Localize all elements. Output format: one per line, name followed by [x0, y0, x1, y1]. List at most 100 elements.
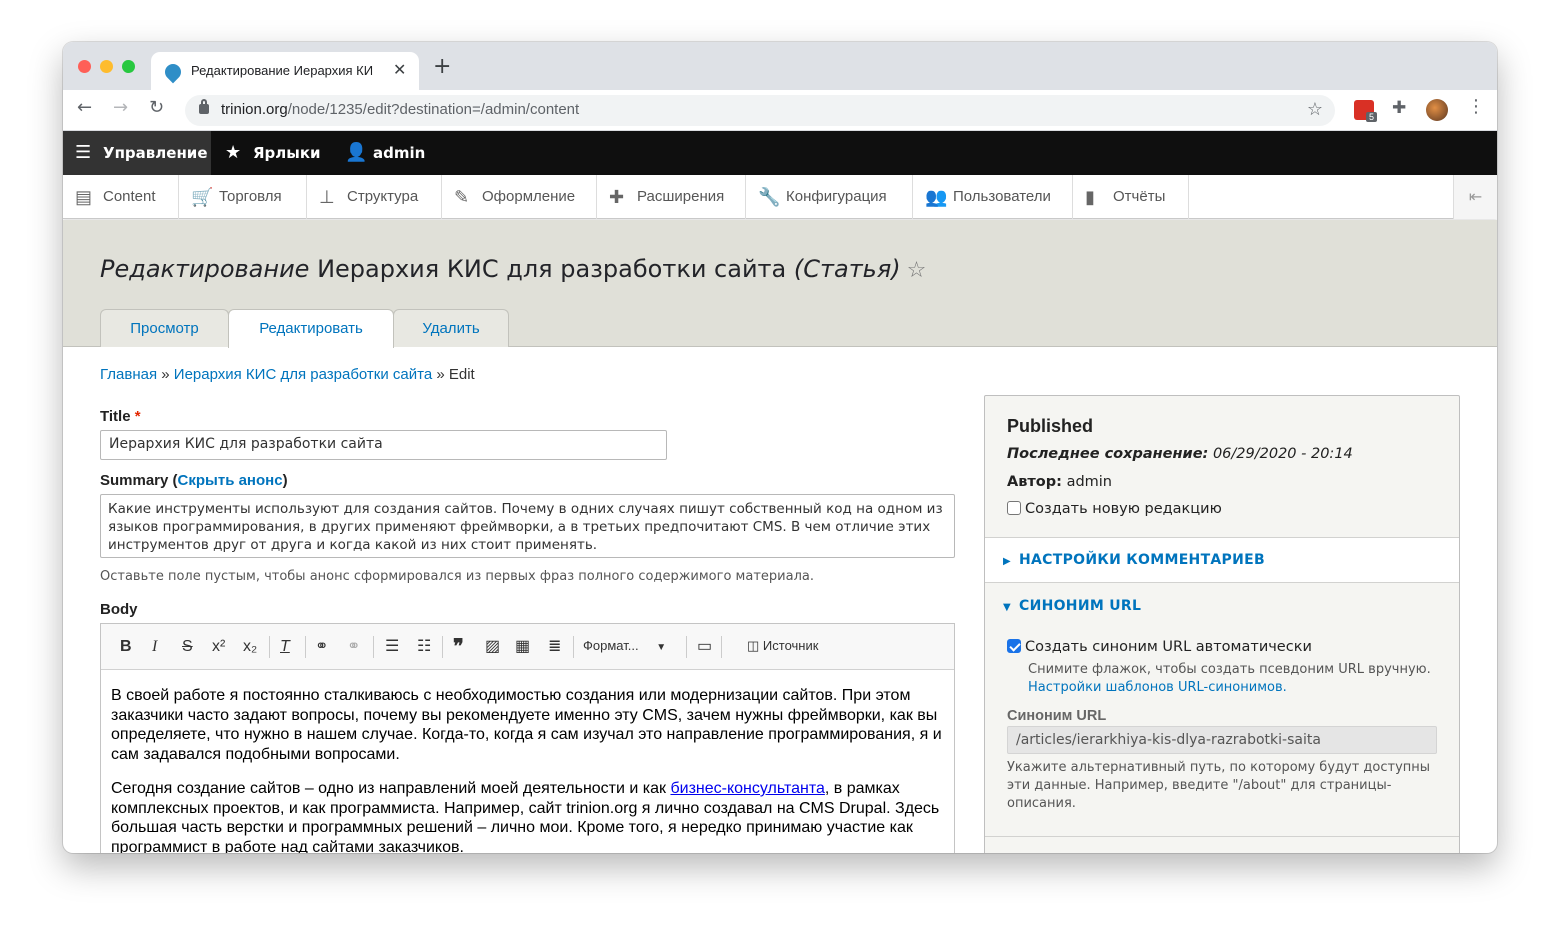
admin-user-button[interactable]: 👤 admin — [345, 131, 425, 175]
forward-arrow-icon[interactable]: → — [113, 97, 128, 118]
favorite-star-icon[interactable]: ☆ — [907, 258, 927, 283]
body-paragraph: Сегодня создание сайтов – одно из направ… — [111, 780, 940, 853]
tray-item-label: Пользователи — [953, 188, 1051, 205]
comment-settings-summary[interactable]: ▶ НАСТРОЙКИ КОММЕНТАРИЕВ — [1003, 552, 1265, 568]
checkbox-unchecked[interactable] — [1007, 501, 1021, 515]
title-input[interactable]: Иерархия КИС для разработки сайта — [100, 430, 667, 460]
browser-toolbar: ← → ↻ trinion.org/node/1235/edit?destina… — [63, 90, 1497, 131]
unlink-button[interactable]: ⚭ — [347, 637, 360, 657]
last-saved-label: Последнее сохранение: — [1007, 446, 1209, 462]
browser-tab[interactable]: Редактирование Иерархия КИ ✕ — [151, 52, 419, 90]
blockquote-button[interactable]: ❞ — [453, 637, 464, 657]
star-icon: ★ — [225, 142, 242, 163]
tray-item-content[interactable]: ▤ Content — [63, 175, 179, 219]
tray-item-configuration[interactable]: 🔧 Конфигурация — [746, 175, 913, 219]
tray-item-label: Торговля — [219, 188, 282, 205]
new-revision-checkbox[interactable]: Создать новую редакцию — [1007, 501, 1222, 517]
auto-alias-description: Снимите флажок, чтобы создать псевдоним … — [1028, 661, 1431, 697]
source-icon: ◫ — [747, 638, 760, 653]
title-label: Title * — [100, 408, 141, 425]
breadcrumb-separator: » — [161, 366, 170, 383]
tab-edit[interactable]: Редактировать — [228, 309, 394, 348]
editor-content[interactable]: В своей работе я постоянно сталкиваюсь с… — [111, 686, 946, 853]
tab-close-icon[interactable]: ✕ — [393, 60, 406, 79]
browser-window: Редактирование Иерархия КИ ✕ + ← → ↻ tri… — [63, 42, 1497, 853]
format-dropdown[interactable]: Формат... ▼ — [583, 638, 666, 653]
cart-icon: 🛒 — [191, 187, 214, 207]
auto-alias-checkbox[interactable]: Создать синоним URL автоматически — [1007, 639, 1312, 655]
tray-item-reports[interactable]: ▮ Отчёты — [1073, 175, 1189, 219]
pattern-settings-link[interactable]: Настройки шаблонов URL-синонимов. — [1028, 680, 1287, 695]
extension-badge: 5 — [1366, 112, 1378, 122]
breadcrumb-current: Edit — [448, 366, 475, 383]
strikethrough-button[interactable]: S — [182, 637, 193, 657]
comment-settings-section[interactable]: ▶ НАСТРОЙКИ КОММЕНТАРИЕВ — [985, 538, 1459, 582]
table-button[interactable]: ▦ — [515, 637, 530, 657]
profile-avatar[interactable] — [1426, 99, 1448, 121]
subscript-button[interactable]: x₂ — [243, 637, 257, 657]
bar-chart-icon: ▮ — [1085, 187, 1095, 207]
zoom-window-button[interactable] — [122, 60, 135, 73]
tray-item-label: Конфигурация — [786, 188, 887, 205]
tray-item-appearance[interactable]: ✎ Оформление — [442, 175, 597, 219]
bold-button[interactable]: B — [120, 637, 132, 657]
reload-icon[interactable]: ↻ — [149, 97, 164, 118]
drupal-favicon-icon — [161, 60, 185, 84]
summary-textarea[interactable]: Какие инструменты используют для создани… — [100, 494, 955, 558]
author-label: Автор: — [1007, 474, 1062, 490]
extensions-puzzle-icon[interactable]: ✚ — [1392, 98, 1412, 118]
url-alias-input[interactable]: /articles/ierarkhiya-kis-dlya-razrabotki… — [1007, 726, 1437, 754]
url-alias-summary[interactable]: ▼ СИНОНИМ URL — [1003, 598, 1141, 614]
tray-item-label: Отчёты — [1113, 188, 1166, 205]
bookmark-star-icon[interactable]: ☆ — [1307, 99, 1323, 120]
breadcrumb-node-link[interactable]: Иерархия КИС для разработки сайта — [174, 366, 432, 383]
business-consultant-link[interactable]: бизнес-консультанта — [670, 780, 824, 797]
italic-button[interactable]: I — [152, 637, 157, 657]
author-line: Автор: admin — [1007, 474, 1112, 490]
url-alias-label: Синоним URL — [1007, 708, 1107, 724]
tray-collapse-icon[interactable]: ⇤ — [1453, 175, 1497, 219]
page-title: Редактирование Иерархия КИС для разработ… — [100, 255, 926, 283]
checkbox-checked[interactable] — [1007, 639, 1021, 653]
superscript-button[interactable]: x² — [212, 637, 225, 657]
hamburger-menu-icon: ☰ — [75, 142, 92, 163]
breadcrumb: Главная » Иерархия КИС для разработки са… — [100, 366, 475, 383]
hide-summary-link[interactable]: Скрыть анонс — [178, 472, 283, 489]
tab-strip: Редактирование Иерархия КИ ✕ + — [63, 42, 1497, 90]
tab-delete[interactable]: Удалить — [393, 309, 509, 347]
tray-item-structure[interactable]: ⊥ Структура — [307, 175, 442, 219]
tray-item-extend[interactable]: ✚ Расширения — [597, 175, 746, 219]
puzzle-icon: ✚ — [609, 187, 625, 207]
auto-alias-label: Создать синоним URL автоматически — [1025, 639, 1312, 655]
address-bar[interactable]: trinion.org/node/1235/edit?destination=/… — [185, 95, 1335, 126]
url-text[interactable]: trinion.org/node/1235/edit?destination=/… — [221, 101, 579, 118]
admin-manage-button[interactable]: ☰ Управление — [63, 131, 211, 175]
image-button[interactable]: ▨ — [485, 637, 500, 657]
url-alias-title: СИНОНИМ URL — [1019, 598, 1142, 614]
link-button[interactable]: ⚭ — [315, 637, 328, 657]
chevron-down-icon: ▼ — [656, 642, 667, 653]
back-arrow-icon[interactable]: ← — [77, 97, 92, 118]
numbered-list-button[interactable]: ☷ — [417, 637, 431, 657]
admin-user-label: admin — [373, 144, 426, 162]
show-blocks-button[interactable]: ▭ — [697, 637, 712, 657]
page-title-suffix: (Статья) — [793, 255, 901, 283]
tab-view[interactable]: Просмотр — [100, 309, 229, 347]
user-icon: 👤 — [345, 142, 368, 163]
minimize-window-button[interactable] — [100, 60, 113, 73]
browser-menu-icon[interactable]: ⋮ — [1467, 96, 1487, 117]
tray-item-commerce[interactable]: 🛒 Торговля — [179, 175, 307, 219]
lock-icon[interactable] — [199, 99, 209, 114]
new-tab-button[interactable]: + — [433, 56, 451, 78]
breadcrumb-home-link[interactable]: Главная — [100, 366, 157, 383]
remove-format-button[interactable]: T — [280, 637, 290, 657]
url-alias-description: Укажите альтернативный путь, по которому… — [1007, 760, 1431, 811]
admin-shortcuts-button[interactable]: ★ Ярлыки — [225, 131, 321, 175]
source-button[interactable]: ◫ Источник — [747, 638, 818, 654]
title-label-text: Title — [100, 408, 131, 425]
wrench-icon: 🔧 — [758, 187, 781, 207]
bulleted-list-button[interactable]: ☰ — [385, 637, 399, 657]
close-window-button[interactable] — [78, 60, 91, 73]
horizontal-line-button[interactable]: ≣ — [548, 637, 561, 657]
tray-item-people[interactable]: 👥 Пользователи — [913, 175, 1073, 219]
